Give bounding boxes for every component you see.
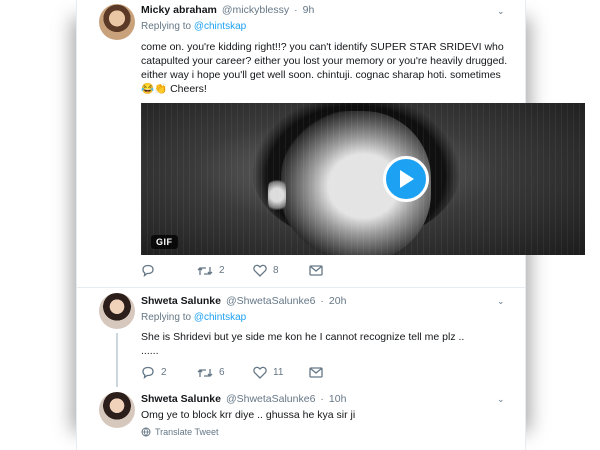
replying-to: Replying to @chintskap [141, 21, 246, 32]
retweet-icon [197, 368, 213, 377]
retweet-count: 2 [219, 265, 225, 276]
tweet-text: Omg ye to block krr diye .. ghussa he ky… [141, 408, 521, 422]
avatar[interactable] [99, 4, 135, 40]
tweet-text-line: She is Shridevi but ye side me kon he I … [141, 331, 465, 343]
gif-media[interactable]: GIF [141, 103, 585, 255]
retweet-count: 6 [219, 367, 225, 378]
tweet-text-line: catapulted your career? either you lost … [141, 55, 508, 67]
globe-icon [141, 427, 151, 437]
author-name[interactable]: Micky abraham [141, 4, 217, 16]
tweet-actions: 2 6 11 [141, 366, 441, 379]
dm-button[interactable] [309, 264, 349, 277]
play-icon [400, 170, 414, 188]
reply-icon [142, 264, 154, 277]
tweet-text: She is Shridevi but ye side me kon he I … [141, 330, 521, 358]
retweet-button[interactable]: 6 [197, 366, 253, 379]
tweet-actions: 2 8 [141, 264, 441, 277]
reply-button[interactable]: 2 [141, 366, 197, 379]
timestamp[interactable]: 9h [303, 4, 315, 16]
author-handle[interactable]: @mickyblessy [222, 4, 289, 16]
mail-icon [309, 265, 323, 276]
replying-to-link[interactable]: @chintskap [194, 312, 246, 323]
author-name[interactable]: Shweta Salunke [141, 295, 221, 307]
replying-label: Replying to [141, 312, 192, 323]
divider [77, 287, 525, 288]
avatar[interactable] [99, 293, 135, 329]
avatar[interactable] [99, 392, 135, 428]
like-count: 8 [273, 265, 279, 276]
tweet-text: come on. you're kidding right!!? you can… [141, 40, 521, 96]
reply-button[interactable] [141, 264, 197, 277]
emoji: 😂👏 [141, 83, 168, 95]
tweet-header: Shweta Salunke @ShwetaSalunke6 · 10h [141, 393, 346, 405]
tweet-text-line: Cheers! [170, 83, 207, 95]
heart-icon [253, 366, 267, 379]
separator-dot: · [294, 4, 298, 16]
author-name[interactable]: Shweta Salunke [141, 393, 221, 405]
mail-icon [309, 367, 323, 378]
timestamp[interactable]: 10h [329, 393, 347, 405]
gif-badge: GIF [151, 235, 178, 249]
retweet-button[interactable]: 2 [197, 264, 253, 277]
tweet-text-line: ...... [141, 345, 159, 357]
like-count: 11 [273, 367, 284, 378]
replying-label: Replying to [141, 21, 192, 32]
thread-line [116, 333, 118, 387]
tweet-text-line: either way i hope you'll get well soon. … [141, 69, 501, 81]
replying-to: Replying to @chintskap [141, 312, 246, 323]
timestamp[interactable]: 20h [329, 295, 347, 307]
separator-dot: · [320, 393, 324, 405]
chevron-down-icon[interactable]: ⌄ [497, 296, 505, 307]
chevron-down-icon[interactable]: ⌄ [497, 394, 505, 405]
replying-to-link[interactable]: @chintskap [194, 21, 246, 32]
retweet-icon [197, 266, 213, 275]
separator-dot: · [320, 295, 324, 307]
tweet-header: Micky abraham @mickyblessy · 9h [141, 4, 314, 16]
translate-tweet[interactable]: Translate Tweet [141, 427, 219, 437]
heart-icon [253, 264, 267, 277]
tweet-header: Shweta Salunke @ShwetaSalunke6 · 20h [141, 295, 346, 307]
author-handle[interactable]: @ShwetaSalunke6 [226, 295, 315, 307]
tweet-text-line: Omg ye to block krr diye .. ghussa he ky… [141, 409, 356, 421]
reply-icon [142, 366, 154, 379]
play-button[interactable] [383, 156, 429, 202]
dm-button[interactable] [309, 366, 349, 379]
like-button[interactable]: 11 [253, 366, 309, 379]
media-texture [141, 103, 585, 255]
like-button[interactable]: 8 [253, 264, 309, 277]
tweet-text-line: come on. you're kidding right!!? you can… [141, 41, 504, 53]
translate-label: Translate Tweet [155, 427, 219, 437]
chevron-down-icon[interactable]: ⌄ [497, 6, 505, 17]
tweet-feed: Micky abraham @mickyblessy · 9h ⌄ Replyi… [76, 0, 585, 450]
author-handle[interactable]: @ShwetaSalunke6 [226, 393, 315, 405]
reply-count: 2 [161, 367, 167, 378]
